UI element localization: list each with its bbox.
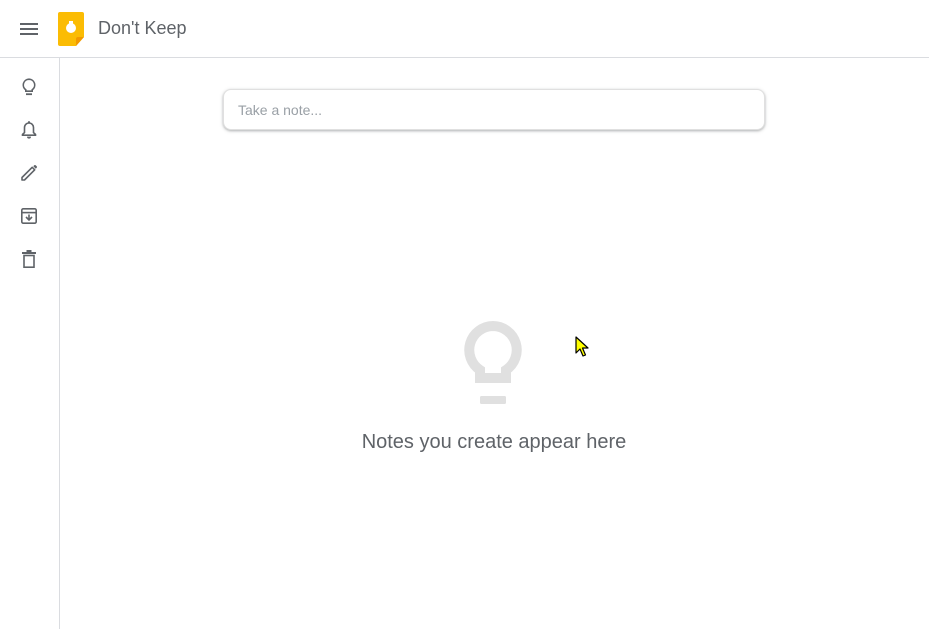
mouse-cursor-icon (575, 336, 589, 357)
empty-state-message: Notes you create appear here (361, 431, 627, 453)
bell-icon (21, 121, 37, 139)
hamburger-menu-icon (20, 23, 38, 35)
keep-logo-icon (58, 12, 84, 46)
archive-icon (21, 208, 37, 224)
app-title: Don't Keep (98, 18, 187, 38)
lightbulb-icon (464, 320, 522, 404)
trash-icon (22, 250, 36, 268)
lightbulb-icon (22, 78, 36, 96)
sidebar-item-archive[interactable] (14, 201, 44, 231)
top-app-bar: Don't Keep (0, 0, 929, 58)
main-menu-button[interactable] (14, 14, 44, 44)
sidebar-item-reminders[interactable] (14, 115, 44, 145)
navigation-sidebar (0, 58, 60, 629)
sidebar-item-edit-labels[interactable] (14, 158, 44, 188)
sidebar-item-notes[interactable] (14, 72, 44, 102)
sidebar-item-trash[interactable] (14, 244, 44, 274)
take-a-note-input[interactable] (223, 89, 765, 130)
pencil-icon (21, 164, 38, 181)
app-window: Don't Keep Take a note... Notes you crea… (0, 0, 929, 629)
